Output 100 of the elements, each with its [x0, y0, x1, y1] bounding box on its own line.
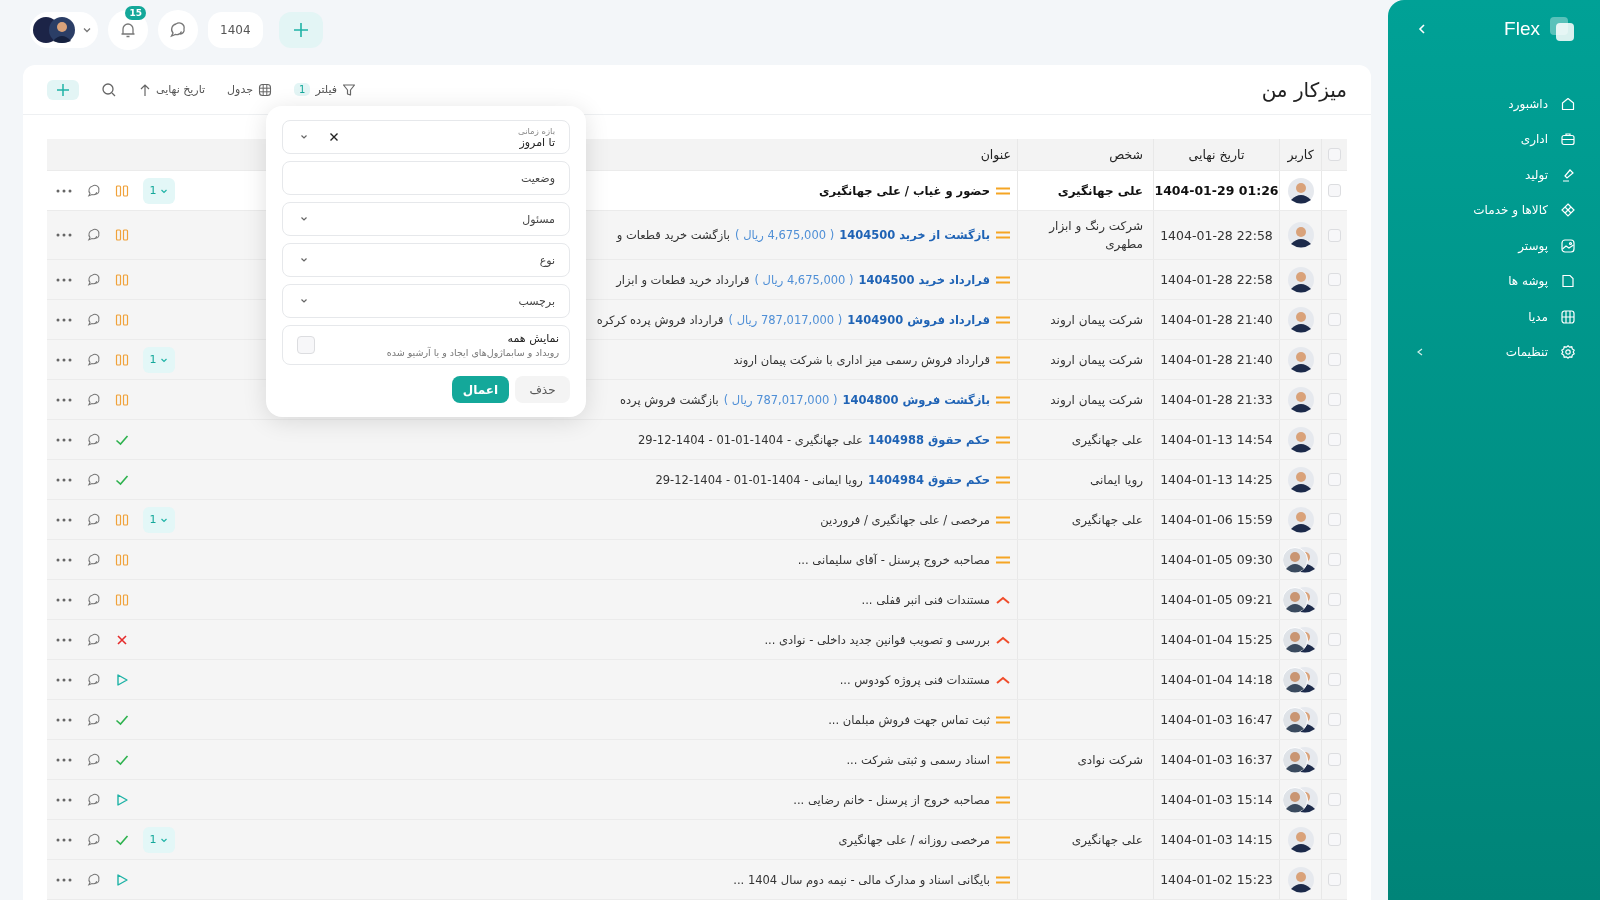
task-title[interactable]: قرارداد فروش رسمی میز اداری با شرکت پیمان اروند	[733, 352, 990, 367]
row-checkbox[interactable]	[1328, 513, 1341, 526]
document-link[interactable]: حکم حقوق 1404984	[867, 472, 990, 487]
chat-icon[interactable]	[85, 182, 102, 199]
row-checkbox[interactable]	[1328, 433, 1341, 446]
column-header[interactable]: کاربر	[1287, 147, 1314, 162]
view-button[interactable]: جدول	[227, 82, 272, 97]
more-icon[interactable]	[55, 597, 72, 602]
document-link[interactable]: بازگشت از خرید 1404500	[839, 228, 990, 242]
chat-icon[interactable]	[85, 871, 102, 888]
row-checkbox[interactable]	[1328, 473, 1341, 486]
row-checkbox[interactable]	[1328, 553, 1341, 566]
row-checkbox[interactable]	[1328, 313, 1341, 326]
chat-icon[interactable]	[85, 311, 102, 328]
more-icon[interactable]	[55, 477, 72, 482]
clear-icon[interactable]	[329, 132, 339, 142]
more-icon[interactable]	[55, 757, 72, 762]
task-title[interactable]: بررسی و تصویب قوانین جدید داخلی - نوادی ...	[764, 632, 990, 647]
task-title[interactable]: قرارداد فروش پرده کرکره	[596, 312, 724, 327]
chat-button[interactable]	[158, 10, 198, 50]
more-icon[interactable]	[55, 637, 72, 642]
task-title[interactable]: مصاحبه خروج پرسنل - آقای سلیمانی ...	[797, 552, 990, 567]
row-checkbox[interactable]	[1328, 184, 1341, 197]
chat-icon[interactable]	[85, 711, 102, 728]
more-icon[interactable]	[55, 317, 72, 322]
filter-field[interactable]: مسئول	[282, 202, 570, 236]
chat-icon[interactable]	[85, 591, 102, 608]
chat-icon[interactable]	[85, 351, 102, 368]
chat-icon[interactable]	[85, 431, 102, 448]
sidebar-item[interactable]: تنظیمات	[1416, 334, 1576, 370]
row-checkbox[interactable]	[1328, 393, 1341, 406]
column-header[interactable]: عنوان	[980, 147, 1011, 162]
row-checkbox[interactable]	[1328, 673, 1341, 686]
sort-button[interactable]: تاریخ نهایی	[139, 82, 206, 97]
sidebar-item[interactable]: مدیا	[1416, 299, 1576, 335]
document-link[interactable]: قرارداد فروش 1404900	[847, 312, 990, 327]
more-icon[interactable]	[55, 357, 72, 362]
task-title[interactable]: رویا ایمانی - 1404-01-01 - 1404-12-29	[655, 472, 863, 487]
chat-icon[interactable]	[85, 791, 102, 808]
add-button[interactable]	[47, 79, 79, 100]
row-checkbox[interactable]	[1328, 833, 1341, 846]
filter-field[interactable]: نوع	[282, 243, 570, 277]
document-link[interactable]: بازگشت فروش 1404800	[842, 392, 990, 407]
sidebar-item[interactable]: پوستر	[1416, 228, 1576, 264]
more-icon[interactable]	[55, 557, 72, 562]
add-button[interactable]	[278, 12, 323, 48]
task-title[interactable]: مستندات فنی پروژه کودوس ...	[839, 672, 990, 687]
show-all-checkbox[interactable]	[297, 336, 315, 354]
document-link[interactable]: حکم حقوق 1404988	[867, 432, 990, 447]
chat-icon[interactable]	[85, 271, 102, 288]
sidebar-item[interactable]: پوشه ها	[1416, 263, 1576, 299]
task-title[interactable]: مصاحبه خروج از پرسنل - خانم رضایی ...	[793, 792, 990, 807]
row-checkbox[interactable]	[1328, 593, 1341, 606]
more-icon[interactable]	[55, 717, 72, 722]
row-checkbox[interactable]	[1328, 793, 1341, 806]
filter-field[interactable]: وضعیت	[282, 161, 570, 195]
task-title[interactable]: حضور و غیاب / علی جهانگیری	[818, 183, 990, 198]
more-icon[interactable]	[55, 517, 72, 522]
expand-icon[interactable]	[1416, 347, 1424, 358]
more-icon[interactable]	[55, 877, 72, 882]
more-icon[interactable]	[55, 837, 72, 842]
task-title[interactable]: بازگشت خرید قطعات و	[616, 228, 731, 242]
column-header[interactable]: شخص	[1109, 147, 1143, 162]
task-title[interactable]: مرخصی / علی جهانگیری / فروردین	[820, 512, 990, 527]
task-title[interactable]: علی جهانگیری - 1404-01-01 - 1404-12-29	[638, 432, 863, 447]
search-icon[interactable]	[101, 81, 117, 98]
filter-field[interactable]: بازه زمانی تا امروز	[282, 120, 570, 154]
row-checkbox[interactable]	[1328, 873, 1341, 886]
collapse-icon[interactable]	[1416, 23, 1428, 35]
task-title[interactable]: بازگشت فروش پرده	[619, 392, 719, 407]
row-checkbox[interactable]	[1328, 273, 1341, 286]
filter-field[interactable]: برچسب	[282, 284, 570, 318]
row-checkbox[interactable]	[1328, 228, 1341, 242]
task-title[interactable]: مرخصی روزانه / علی جهانگیری	[838, 832, 990, 847]
more-icon[interactable]	[55, 797, 72, 802]
remove-button[interactable]: حذف	[515, 376, 570, 403]
task-title[interactable]: اسناد رسمی و ثبتی شرکت ...	[846, 752, 990, 767]
chat-icon[interactable]	[85, 391, 102, 408]
column-header[interactable]: تاریخ نهایی	[1188, 147, 1245, 162]
checkbox[interactable]	[1328, 148, 1341, 161]
row-checkbox[interactable]	[1328, 713, 1341, 726]
more-icon[interactable]	[55, 677, 72, 682]
task-title[interactable]: قرارداد خرید قطعات و ابزار	[616, 272, 750, 287]
more-icon[interactable]	[55, 233, 72, 237]
row-checkbox[interactable]	[1328, 353, 1341, 366]
chat-icon[interactable]	[85, 631, 102, 648]
chat-icon[interactable]	[85, 671, 102, 688]
chat-icon[interactable]	[85, 751, 102, 768]
chat-icon[interactable]	[85, 227, 102, 243]
chat-icon[interactable]	[85, 471, 102, 488]
task-title[interactable]: ثبت تماس جهت فروش مبلمان ...	[828, 712, 990, 727]
more-icon[interactable]	[55, 277, 72, 282]
more-icon[interactable]	[55, 397, 72, 402]
row-checkbox[interactable]	[1328, 633, 1341, 646]
chat-icon[interactable]	[85, 551, 102, 568]
row-checkbox[interactable]	[1328, 753, 1341, 766]
more-icon[interactable]	[55, 437, 72, 442]
chat-icon[interactable]	[85, 511, 102, 528]
more-icon[interactable]	[55, 188, 72, 193]
year-button[interactable]: 1404	[208, 12, 263, 48]
